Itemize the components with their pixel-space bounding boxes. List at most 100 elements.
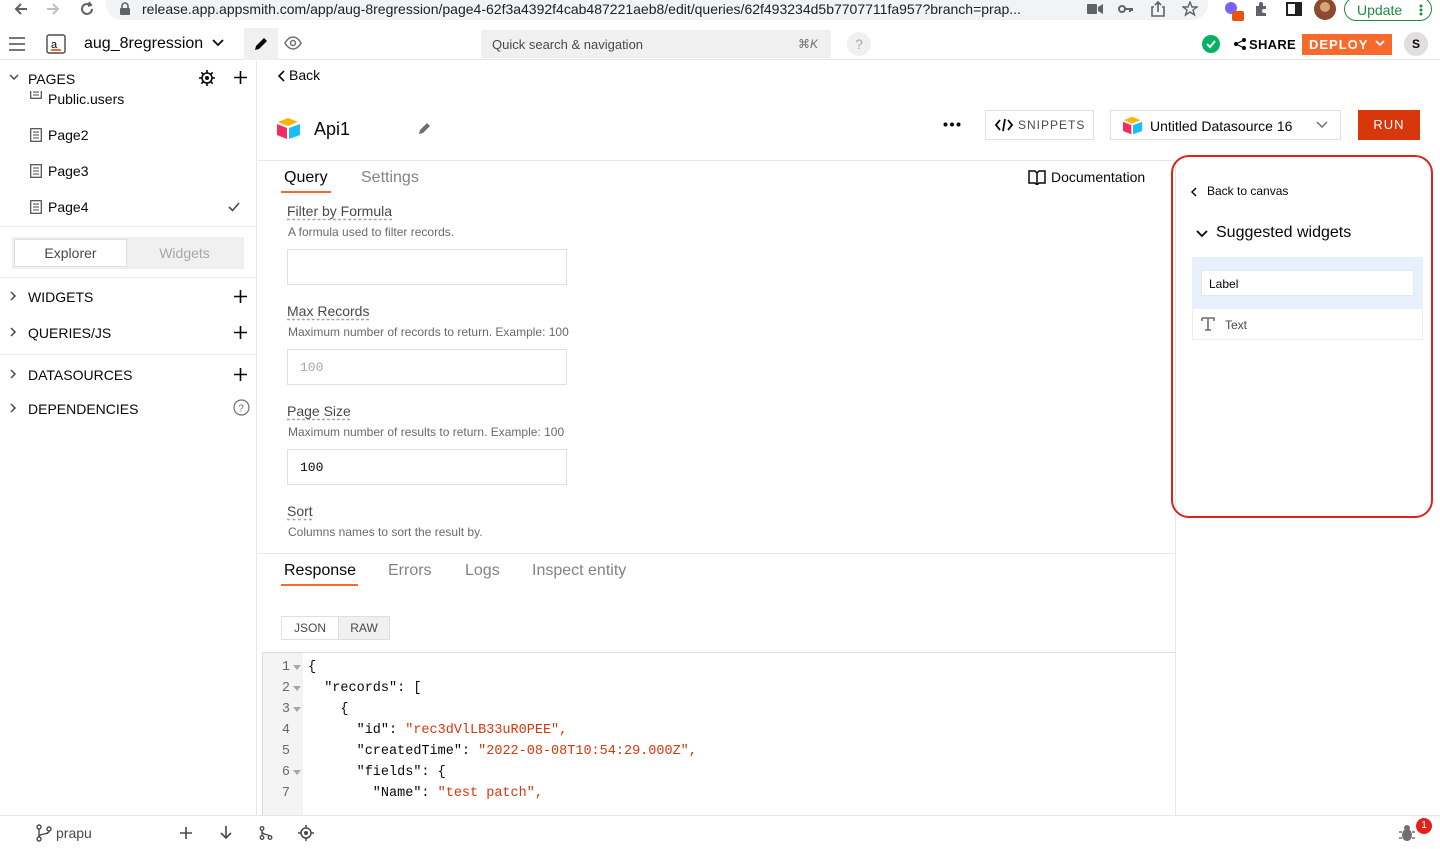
documentation-link[interactable]: Documentation <box>1051 169 1145 185</box>
tab-logs[interactable]: Logs <box>465 562 500 580</box>
key-icon[interactable] <box>1118 2 1134 16</box>
sidebar-section-queries[interactable]: QUERIES/JS <box>0 323 256 343</box>
page-item-page3[interactable]: Page3 <box>0 160 256 182</box>
add-query-plus-icon[interactable] <box>234 326 247 339</box>
widgets-tab[interactable]: Widgets <box>127 239 242 267</box>
add-page-plus-icon[interactable] <box>234 71 247 84</box>
section-label: DEPENDENCIES <box>28 401 139 417</box>
lock-icon[interactable] <box>119 2 131 16</box>
fold-caret-icon[interactable] <box>293 686 301 692</box>
page-item-page2[interactable]: Page2 <box>0 124 256 146</box>
book-icon[interactable] <box>1028 170 1046 185</box>
bottom-status-bar <box>0 815 1440 849</box>
collapse-chevron-down-icon[interactable] <box>1196 230 1208 238</box>
hamburger-menu-icon[interactable] <box>9 37 25 51</box>
code-key: "id": <box>308 723 406 738</box>
sidebar-section-widgets[interactable]: WIDGETS <box>0 287 256 307</box>
pages-chevron-down-icon[interactable] <box>9 74 19 81</box>
sidebar-section-datasources[interactable]: DATASOURCES <box>0 365 256 385</box>
quick-search-placeholder[interactable]: Quick search & navigation <box>492 37 643 52</box>
bookmark-star-icon[interactable] <box>1182 1 1198 17</box>
back-to-canvas-chevron-icon[interactable] <box>1190 187 1197 197</box>
page-icon <box>30 128 42 142</box>
search-shortcut: ⌘K <box>798 37 819 51</box>
share-icon[interactable] <box>1234 38 1246 50</box>
url-text[interactable]: release.app.appsmith.com/app/aug-8regres… <box>142 1 1021 17</box>
camera-off-icon[interactable] <box>1087 3 1103 15</box>
fold-caret-icon[interactable] <box>293 707 301 713</box>
tab-errors[interactable]: Errors <box>388 562 432 580</box>
deploy-chevron-down-icon[interactable] <box>1375 40 1385 47</box>
max-records-input[interactable]: 100 <box>287 349 567 385</box>
sidebar-section-dependencies[interactable]: DEPENDENCIES ? <box>0 399 256 419</box>
suggested-widget-text[interactable]: Text <box>1225 318 1247 332</box>
tab-inspect-entity[interactable]: Inspect entity <box>532 562 626 580</box>
back-arrow-icon[interactable] <box>12 0 30 18</box>
tab-settings[interactable]: Settings <box>361 169 419 187</box>
tab-query[interactable]: Query <box>284 169 328 187</box>
share-page-icon[interactable] <box>1151 1 1165 17</box>
back-to-canvas-link[interactable]: Back to canvas <box>1207 184 1288 198</box>
deployed-check-icon <box>1202 35 1220 53</box>
page-item-page4[interactable]: Page4 <box>0 196 256 218</box>
tab-response[interactable]: Response <box>284 562 356 580</box>
code-key: "Name": <box>308 786 438 801</box>
field-label-sort: Sort <box>287 503 313 519</box>
user-avatar[interactable]: S <box>1404 32 1428 56</box>
suggested-widgets-title[interactable]: Suggested widgets <box>1216 224 1351 242</box>
reload-icon[interactable] <box>78 0 96 18</box>
add-datasource-plus-icon[interactable] <box>234 368 247 381</box>
debugger-bug-icon[interactable] <box>1398 824 1416 842</box>
response-panel-divider[interactable] <box>258 553 1175 554</box>
explorer-tab[interactable]: Explorer <box>14 239 127 267</box>
field-help-max-records: Maximum number of records to return. Exa… <box>288 325 569 339</box>
datasource-name[interactable]: Untitled Datasource 16 <box>1150 118 1292 134</box>
application-name[interactable]: aug_8regression <box>84 35 203 53</box>
browser-update-button[interactable]: Update <box>1344 0 1432 21</box>
git-branch-name[interactable]: prapu <box>56 825 92 841</box>
chevron-down-icon[interactable] <box>212 39 224 47</box>
page-size-input[interactable]: 100 <box>287 449 567 485</box>
edit-name-pencil-icon[interactable] <box>418 121 432 135</box>
git-add-plus-icon[interactable] <box>180 827 192 839</box>
deploy-label[interactable]: DEPLOY <box>1309 37 1368 52</box>
profile-avatar[interactable] <box>1314 0 1336 20</box>
page-item-public-users[interactable]: Public.users <box>0 91 256 107</box>
back-link[interactable]: Back <box>289 67 320 83</box>
puzzle-icon[interactable] <box>1254 1 1270 17</box>
datasource-chevron-down-icon[interactable] <box>1316 121 1328 129</box>
appsmith-logo-icon[interactable]: a <box>46 34 66 54</box>
git-branch-icon[interactable] <box>36 824 52 842</box>
format-raw-button[interactable]: RAW <box>338 617 389 639</box>
fold-caret-icon[interactable] <box>293 770 301 776</box>
run-button[interactable]: RUN <box>1358 110 1420 140</box>
preview-eye-icon[interactable] <box>284 36 302 50</box>
add-widget-plus-icon[interactable] <box>234 290 247 303</box>
question-circle-icon[interactable]: ? <box>233 399 250 416</box>
git-settings-gear-icon[interactable] <box>298 825 314 841</box>
snippets-label[interactable]: SNIPPETS <box>1018 118 1085 132</box>
help-button[interactable]: ? <box>847 32 871 56</box>
back-chevron-icon[interactable] <box>277 70 285 82</box>
code-key: { <box>308 702 349 717</box>
code-string-value: "2022-08-08T10:54:29.000Z", <box>478 744 697 759</box>
format-json-button[interactable]: JSON <box>282 617 338 639</box>
max-records-placeholder: 100 <box>300 360 324 375</box>
page-settings-gear-icon[interactable] <box>199 70 215 86</box>
git-merge-icon[interactable] <box>259 826 273 840</box>
field-help-page-size: Maximum number of results to return. Exa… <box>288 425 565 439</box>
fold-caret-icon[interactable] <box>293 665 301 671</box>
pages-section-title[interactable]: PAGES <box>28 71 75 87</box>
share-button[interactable]: SHARE <box>1249 37 1296 52</box>
suggested-widget-label[interactable]: Label <box>1209 277 1238 291</box>
sidepanel-icon[interactable] <box>1286 1 1302 17</box>
more-options-icon[interactable] <box>943 122 961 127</box>
extension-icon[interactable] <box>1222 0 1244 22</box>
git-pull-arrow-down-icon[interactable] <box>220 826 232 840</box>
filter-formula-input[interactable] <box>287 249 567 285</box>
code-brackets-icon[interactable] <box>995 118 1013 132</box>
forward-arrow-icon[interactable] <box>44 0 62 18</box>
edit-mode-toggle[interactable] <box>244 28 278 60</box>
api-name[interactable]: Api1 <box>314 119 350 140</box>
code-string-value: "rec3dVlLB33uR0PEE", <box>405 723 568 738</box>
